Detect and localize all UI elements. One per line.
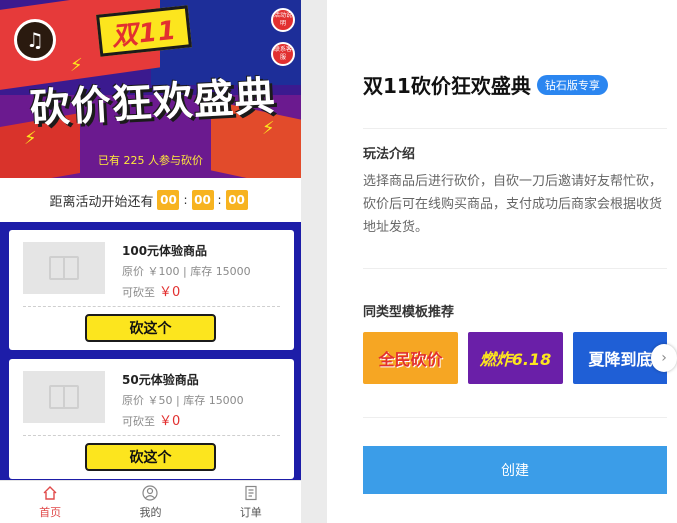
bottom-tabbar: 首页 我的 订单: [0, 480, 301, 523]
countdown-seconds: 00: [225, 190, 248, 210]
promo-banner: ⚡ ⚡ ⚡ 双11 砍价狂欢盛典 已有 225 人参与砍价 ♫ 活动说明 联系客…: [0, 0, 301, 178]
divider: [363, 268, 667, 269]
template-thumb[interactable]: 全民砍价: [363, 332, 458, 384]
divider: [363, 417, 667, 418]
countdown-minutes: 00: [191, 190, 214, 210]
countdown-hours: 00: [157, 190, 180, 210]
cut-price: ￥0: [159, 414, 181, 429]
similar-heading: 同类型模板推荐: [363, 305, 455, 320]
home-icon: [41, 484, 59, 502]
countdown-bar: 距离活动开始还有 00 : 00 : 00: [0, 178, 301, 222]
divider: [363, 128, 667, 129]
music-toggle-button[interactable]: ♫: [14, 19, 56, 61]
music-note-icon: ♫: [26, 28, 44, 52]
product-card: 100元体验商品 原价 ￥100 | 库存 15000 可砍至 ￥0 砍这个: [9, 230, 294, 350]
divider: [23, 435, 280, 436]
app-root: ⚡ ⚡ ⚡ 双11 砍价狂欢盛典 已有 225 人参与砍价 ♫ 活动说明 联系客…: [0, 0, 677, 523]
user-icon: [141, 484, 159, 502]
tab-home[interactable]: 首页: [0, 481, 100, 523]
create-button[interactable]: 创建: [363, 446, 667, 494]
bargain-button[interactable]: 砍这个: [85, 314, 216, 342]
tab-mine[interactable]: 我的: [100, 481, 200, 523]
product-image: [23, 242, 105, 294]
product-list: 100元体验商品 原价 ￥100 | 库存 15000 可砍至 ￥0 砍这个 50…: [0, 222, 301, 480]
product-name: 50元体验商品: [122, 373, 199, 387]
template-thumb[interactable]: 燃炸6.18: [468, 332, 563, 384]
intro-text: 选择商品后进行砍价，自砍一刀后邀请好友帮忙砍，砍价后可在线购买商品，支付成功后商…: [363, 174, 663, 235]
tab-orders[interactable]: 订单: [201, 481, 301, 523]
mobile-preview: ⚡ ⚡ ⚡ 双11 砍价狂欢盛典 已有 225 人参与砍价 ♫ 活动说明 联系客…: [0, 0, 301, 523]
product-image: [23, 371, 105, 423]
product-name: 100元体验商品: [122, 244, 208, 258]
cut-price: ￥0: [159, 285, 181, 300]
intro-heading: 玩法介绍: [363, 147, 416, 162]
bargain-button[interactable]: 砍这个: [85, 443, 216, 471]
product-cut-info: 可砍至 ￥0: [122, 285, 181, 300]
order-icon: [242, 484, 260, 502]
divider: [23, 306, 280, 307]
product-meta: 原价 ￥50 | 库存 15000: [122, 394, 244, 407]
carousel-next-button[interactable]: ›: [651, 344, 677, 372]
countdown-label: 距离活动开始还有: [49, 194, 154, 210]
gift-icon: [49, 385, 79, 409]
product-card: 50元体验商品 原价 ￥50 | 库存 15000 可砍至 ￥0 砍这个: [9, 359, 294, 479]
contact-service-button[interactable]: 联系客服: [271, 42, 295, 66]
gift-icon: [49, 256, 79, 280]
template-title-row: 双11砍价狂欢盛典 钻石版专享: [363, 70, 608, 99]
participants-count: 已有 225 人参与砍价: [98, 154, 203, 167]
rules-button[interactable]: 活动说明: [271, 8, 295, 32]
template-detail-panel: 双11砍价狂欢盛典 钻石版专享 玩法介绍 选择商品后进行砍价，自砍一刀后邀请好友…: [327, 0, 677, 523]
template-carousel: 全民砍价 燃炸6.18 夏降到底: [363, 332, 667, 384]
product-cut-info: 可砍至 ￥0: [122, 414, 181, 429]
product-meta: 原价 ￥100 | 库存 15000: [122, 265, 251, 278]
edition-badge: 钻石版专享: [536, 74, 608, 95]
template-title: 双11砍价狂欢盛典: [363, 74, 531, 98]
chevron-right-icon: ›: [661, 350, 667, 366]
